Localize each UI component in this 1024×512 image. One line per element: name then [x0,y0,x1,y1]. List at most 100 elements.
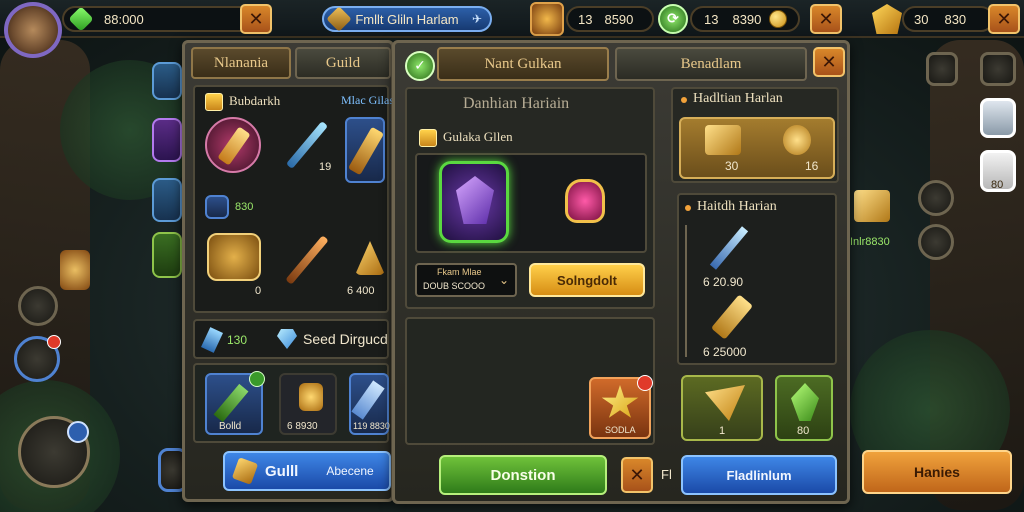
puzzle-icon[interactable] [18,286,58,326]
guild-button-tail: Abecene [326,464,374,478]
side-tab-blue[interactable] [152,178,182,222]
check-icon[interactable]: ✓ [405,51,435,81]
crystal-icon[interactable] [14,335,61,382]
close-button[interactable]: ✕ [813,47,845,77]
list-value: 6 25000 [703,345,747,359]
close-button[interactable]: ✕ [240,4,272,34]
title-banner[interactable]: Fmllt Gliln Harlam ✈ [322,6,492,32]
item-slot[interactable]: 119 8830 [349,373,390,435]
chevron-down-icon: ⌄ [498,273,509,287]
item-slot[interactable]: 19 [279,117,335,173]
currency-display: 88:000 [62,6,270,32]
side-tab-purple[interactable] [152,118,182,162]
tab-label: Nlanania [213,54,269,71]
gear-icon[interactable] [918,180,954,216]
item-slot[interactable]: 80 [775,375,833,441]
close-icon: ✕ [248,8,264,30]
sword-icon [709,226,749,270]
lock-icon[interactable] [926,52,958,86]
seed-label: Seed Dirgucd [303,331,388,347]
empty-area: SODLA [405,317,655,445]
notification-badge [47,335,61,349]
counter-pill: 30 830 [902,6,994,32]
notification-badge [637,375,653,391]
close-button[interactable]: ✕ [621,457,653,493]
coin-icon [783,125,811,155]
player-avatar[interactable] [4,2,62,58]
item-slot[interactable] [285,231,329,287]
guild-button-label: Gulll [265,462,299,480]
dropdown[interactable]: Fkam Mlae DOUB SCOOO ⌄ [415,263,517,297]
close-icon: ✕ [818,8,834,30]
counter-pill: 13 8390 [690,6,800,32]
reward-area [415,153,647,253]
bullet-icon [681,97,687,103]
item-slot[interactable]: 6 8930 [279,373,337,435]
checkbox-icon[interactable] [419,129,437,147]
shield-icon[interactable] [18,416,90,488]
inventory-panel: Nlanania Guild Bubdarkh Mlac Gilas 19 83… [182,40,394,502]
close-icon: ✕ [996,8,1012,30]
item-slot-small[interactable] [205,195,229,219]
item-slot[interactable] [557,173,611,227]
herb-icon [791,383,819,421]
refresh-icon[interactable]: ⟳ [658,4,688,34]
bell-icon[interactable]: 80 [980,150,1016,192]
side-tab-blue[interactable] [152,62,182,100]
tab-label: Guild [325,54,361,71]
badge-icon [249,371,265,387]
guild-button[interactable]: Gulll Abecene [223,451,391,491]
close-button[interactable]: ✕ [988,4,1020,34]
hanies-button-label: Hanies [914,464,960,480]
premium-button[interactable]: Fladlinlum [681,455,837,495]
tab-nant-gulkan[interactable]: Nant Gulkan [437,47,609,81]
tab-benadlam[interactable]: Benadlam [615,47,807,81]
item-slot[interactable] [355,241,385,275]
shield-icon[interactable] [530,2,564,36]
badge-icon [67,421,89,443]
donation-button[interactable]: Donstion [439,455,607,495]
slot-label: SODLA [605,425,636,435]
chest-icon [854,190,890,222]
divider [685,225,687,357]
hanies-button[interactable]: Hanies [862,450,1012,494]
item-slot[interactable] [345,117,385,183]
item-slot[interactable]: 1 [681,375,763,441]
item-slot[interactable] [207,233,261,281]
item-count: 6 400 [347,285,375,297]
dropdown-value: DOUB SCOOO [423,281,486,291]
puzzle-icon[interactable] [980,52,1016,86]
item-slot[interactable] [205,117,261,173]
side-tab-green[interactable] [152,232,182,278]
amulet-icon [565,179,605,223]
counter-value: 8390 [732,11,762,27]
detail-subheader: Gulaka Gllen [443,129,513,144]
tab-nlanania[interactable]: Nlanania [191,47,291,79]
truncated-label: Fl [661,467,672,482]
dropdown-label: Fkam Mlae [437,267,482,277]
premium-button-label: Fladlinlum [726,467,792,483]
potion-icon[interactable] [918,224,954,260]
section-tag: Mlac Gilas [341,93,394,107]
diamond-icon [277,329,297,349]
sword-icon [351,380,385,420]
side-tag: Inlr8830 [850,236,890,248]
spear-icon [285,235,329,285]
chest-icon [705,125,741,155]
tab-label: Nant Gulkan [484,55,562,72]
close-button[interactable]: ✕ [810,4,842,34]
bottom-slots: Bolld 6 8930 119 8830 [193,363,390,443]
item-slot[interactable]: SODLA [589,375,653,439]
chest-item[interactable] [850,186,896,232]
item-slot[interactable] [439,161,509,243]
scroll-icon [299,383,323,411]
tab-guild[interactable]: Guild [295,47,391,79]
crystal-icon [456,176,494,224]
checkbox-icon[interactable] [205,93,223,111]
select-button[interactable]: Solngdolt [529,263,645,297]
item-slot[interactable]: Bolld [205,371,265,435]
stat-value: 130 [227,333,248,347]
item-count: 0 [255,285,262,297]
castle-icon[interactable] [980,98,1016,138]
gem-icon [68,6,94,32]
